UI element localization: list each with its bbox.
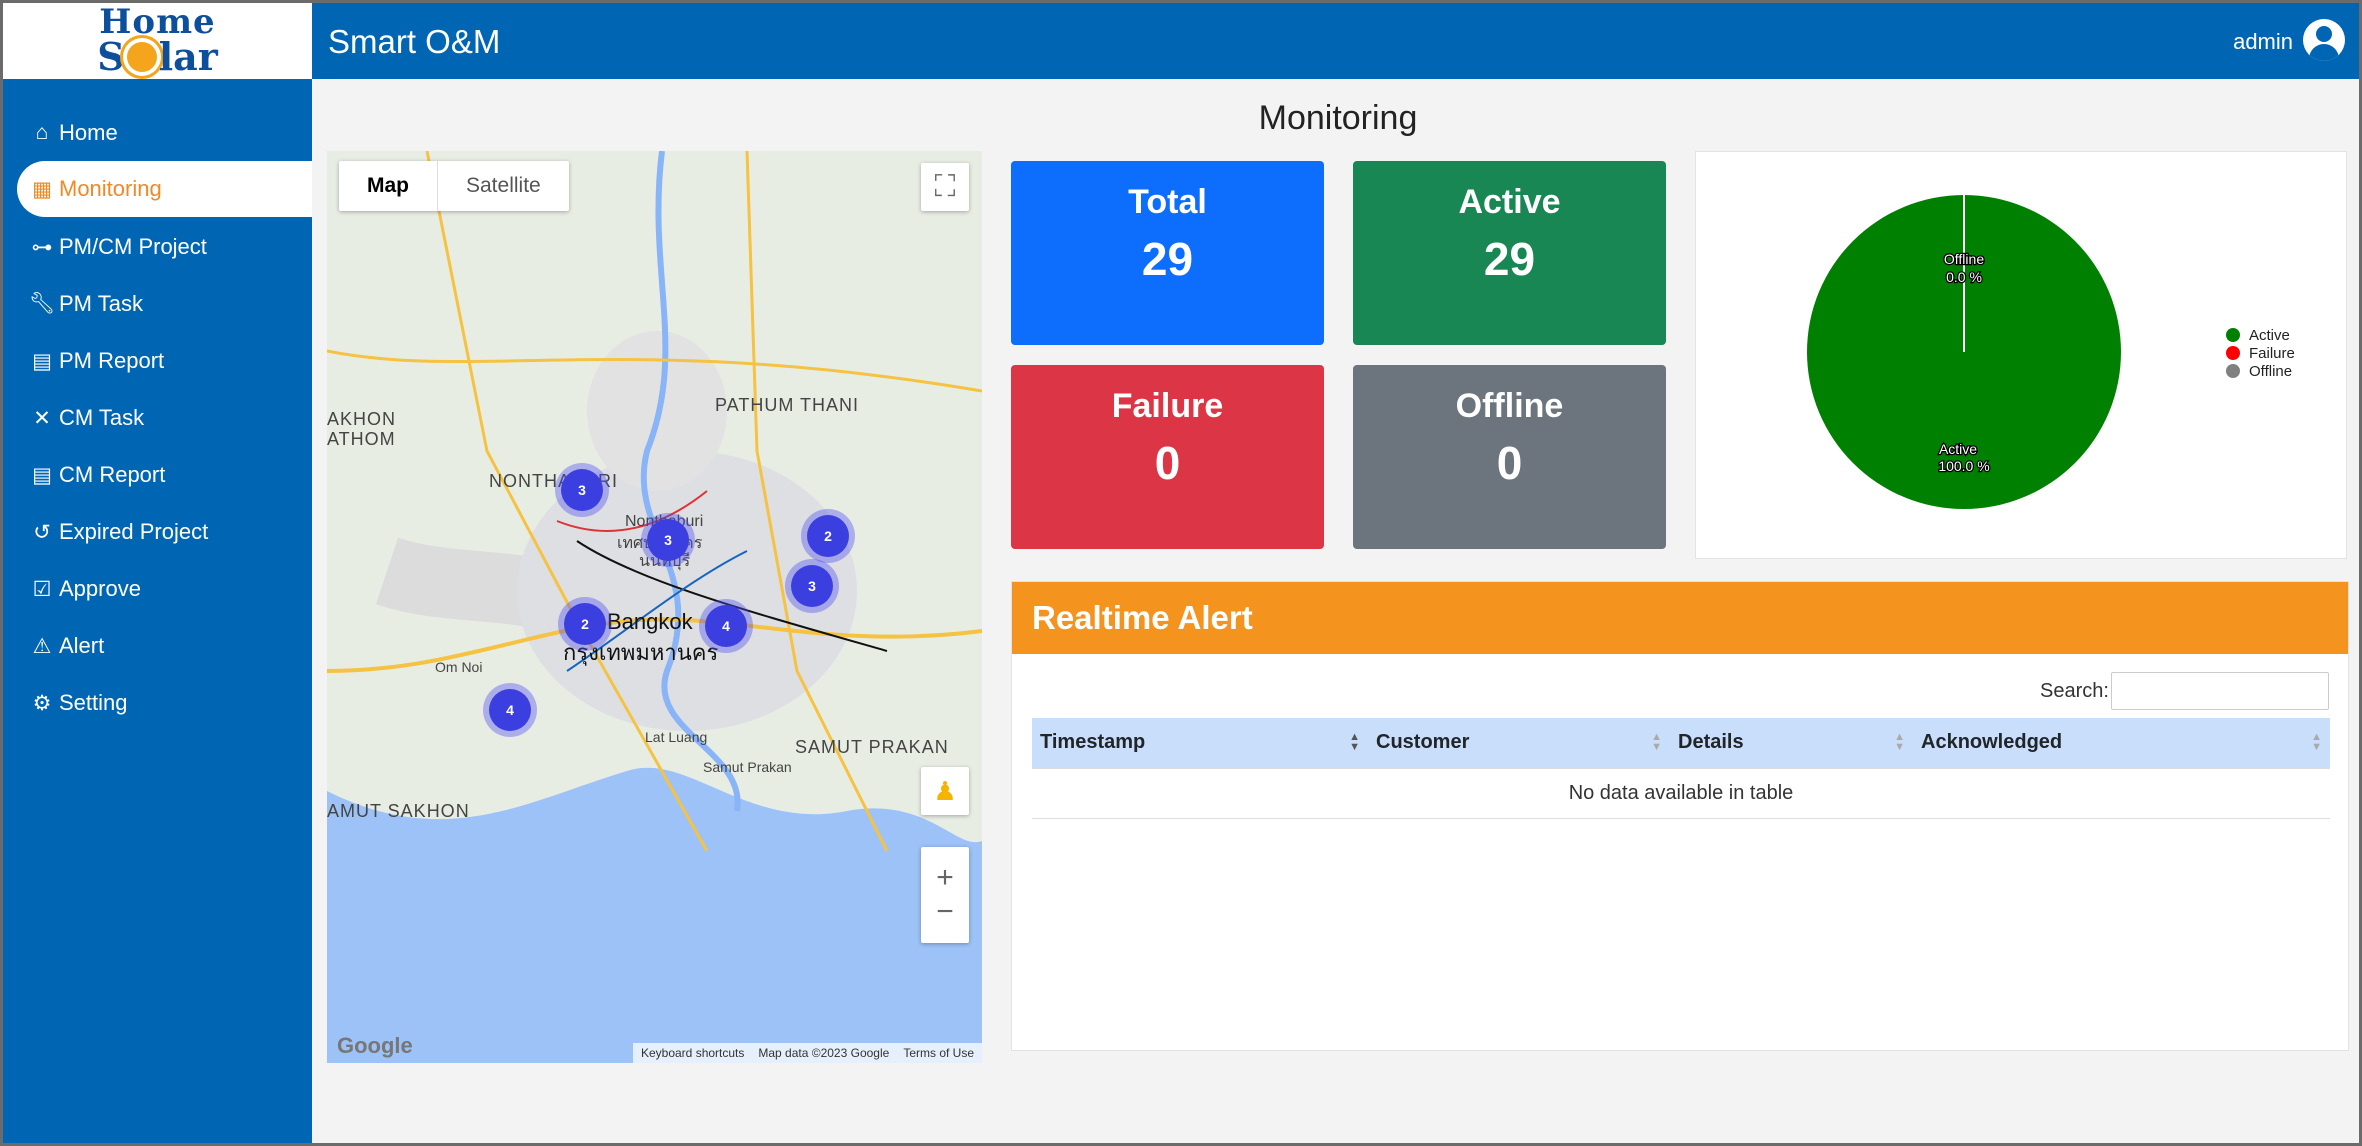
map-label: Lat Luang (645, 729, 708, 745)
column-header-timestamp[interactable]: Timestamp ▲ ▼ (1032, 718, 1368, 769)
alert-table: Timestamp ▲ ▼ Customer ▲ ▼ Details ▲ ▼ Acknowl… (1032, 718, 2330, 819)
sidebar-item-home[interactable]: ⌂ Home (17, 105, 312, 161)
zoom-control: + − (921, 847, 969, 943)
home-solar-logo[interactable]: Home Slar (3, 3, 312, 79)
pie-pct-active: 100.0 % (1938, 458, 1989, 474)
map-cluster-marker[interactable]: 2 (807, 515, 849, 557)
sidebar-item-setting[interactable]: ⚙ Setting (17, 675, 312, 731)
pie-pct-offline: 0.0 % (1946, 269, 1982, 285)
map-base (327, 151, 982, 1063)
search-input[interactable] (2111, 672, 2329, 710)
legend-item-failure[interactable]: Failure (2226, 344, 2295, 362)
tools-icon: ✕ (33, 406, 51, 430)
street-view-pegman-icon[interactable]: ♟ (921, 767, 969, 815)
sidebar-item-monitoring[interactable]: ▦ Monitoring (17, 161, 312, 217)
map-data-text: Map data ©2023 Google (758, 1046, 890, 1060)
sort-icon: ▲ ▼ (1894, 731, 1905, 753)
legend-item-active[interactable]: Active (2226, 326, 2295, 344)
empty-table-message: No data available in table (1032, 768, 2330, 819)
sort-icon: ▲ ▼ (1651, 731, 1662, 753)
sidebar-item-approve[interactable]: ☑ Approve (17, 561, 312, 617)
sidebar: ⌂ Home ▦ Monitoring ⊶ PM/CM Project 🔧︎ PM Ta… (3, 79, 312, 1143)
app-window: Home Slar Smart O&M admin ⌂ Home ▦ Monitor… (0, 0, 2362, 1146)
fullscreen-icon[interactable]: ⛶ (921, 163, 969, 211)
map-type-satellite[interactable]: Satellite (438, 161, 569, 211)
search-label: Search: (2040, 680, 2109, 702)
map-label: Om Noi (435, 659, 483, 675)
google-logo: Google (337, 1033, 413, 1058)
realtime-alert-panel: Realtime Alert Search: Timestamp ▲ ▼ Custo… (1011, 581, 2349, 1051)
terms-link[interactable]: Terms of Use (903, 1046, 974, 1060)
alert-panel-title: Realtime Alert (1012, 582, 2348, 654)
map-type-map[interactable]: Map (339, 161, 438, 211)
column-header-details[interactable]: Details ▲ ▼ (1670, 718, 1913, 769)
map-cluster-marker[interactable]: 3 (561, 469, 603, 511)
zoom-in-button[interactable]: + (936, 861, 954, 895)
map-label: Bangkok (607, 609, 693, 634)
stat-card-total: Total 29 (1011, 161, 1324, 345)
map-label: PATHUM THANI (715, 395, 860, 415)
user-name[interactable]: admin (2233, 29, 2293, 55)
column-header-customer[interactable]: Customer ▲ ▼ (1368, 718, 1670, 769)
page-title: Monitoring (1258, 99, 1418, 137)
map-label: AKHON (327, 409, 397, 429)
sidebar-item-pm-task[interactable]: 🔧︎ PM Task (17, 276, 312, 332)
logo-text-bottom: Slar (97, 34, 218, 79)
sort-icon: ▲ ▼ (1349, 731, 1360, 753)
map-label: SAMUT PRAKAN (795, 737, 949, 757)
pie-label-active: Active (1939, 441, 1977, 457)
sidebar-item-expired-project[interactable]: ↺ Expired Project (17, 504, 312, 560)
user-avatar-icon[interactable] (2303, 19, 2345, 61)
sitemap-icon: ⊶ (31, 235, 53, 259)
warning-icon: ⚠ (32, 634, 52, 658)
sun-icon (126, 42, 157, 72)
stat-card-active: Active 29 (1353, 161, 1666, 345)
map-footer: Keyboard shortcuts Map data ©2023 Google… (632, 1043, 982, 1063)
sidebar-item-cm-task[interactable]: ✕ CM Task (17, 390, 312, 446)
map-label: ATHOM (327, 429, 396, 449)
map-cluster-marker[interactable]: 3 (647, 519, 689, 561)
sort-icon: ▲ ▼ (2311, 731, 2322, 753)
map-label: Samut Prakan (703, 759, 792, 775)
map-type-control: Map Satellite (339, 161, 569, 211)
report-icon: ▤ (32, 463, 52, 487)
map-cluster-marker[interactable]: 4 (489, 689, 531, 731)
keyboard-shortcuts-link[interactable]: Keyboard shortcuts (641, 1046, 744, 1060)
top-bar: Smart O&M admin (312, 3, 2359, 79)
app-title: Smart O&M (328, 23, 501, 60)
map-icon: ▦ (32, 177, 52, 201)
table-row: No data available in table (1032, 768, 2330, 819)
map-cluster-marker[interactable]: 4 (705, 605, 747, 647)
wrench-icon: 🔧︎ (28, 292, 56, 315)
sidebar-item-pm-report[interactable]: ▤ PM Report (17, 333, 312, 389)
column-header-acknowledged[interactable]: Acknowledged ▲ ▼ (1913, 718, 2330, 769)
map-cluster-marker[interactable]: 2 (564, 603, 606, 645)
zoom-out-button[interactable]: − (936, 895, 954, 929)
check-icon: ☑ (32, 577, 52, 601)
stat-card-failure: Failure 0 (1011, 365, 1324, 549)
sidebar-item-cm-report[interactable]: ▤ CM Report (17, 447, 312, 503)
map-view[interactable]: Map Satellite ⛶ PATHUM THANI NONTHABURI … (327, 151, 982, 1063)
gears-icon: ⚙ (32, 691, 52, 715)
pie-label-offline: Offline (1944, 251, 1984, 267)
legend-item-offline[interactable]: Offline (2226, 362, 2295, 380)
map-label: AMUT SAKHON (327, 801, 470, 821)
history-icon: ↺ (33, 520, 51, 544)
sidebar-item-alert[interactable]: ⚠ Alert (17, 618, 312, 674)
report-icon: ▤ (32, 349, 52, 373)
status-pie-chart: Offline 0.0 % Active 100.0 % Active Fail… (1695, 151, 2347, 559)
map-cluster-marker[interactable]: 3 (791, 565, 833, 607)
sidebar-item-pm-cm-project[interactable]: ⊶ PM/CM Project (17, 219, 312, 275)
home-icon: ⌂ (35, 121, 49, 144)
stat-card-offline: Offline 0 (1353, 365, 1666, 549)
pie-legend: Active Failure Offline (2226, 326, 2295, 380)
